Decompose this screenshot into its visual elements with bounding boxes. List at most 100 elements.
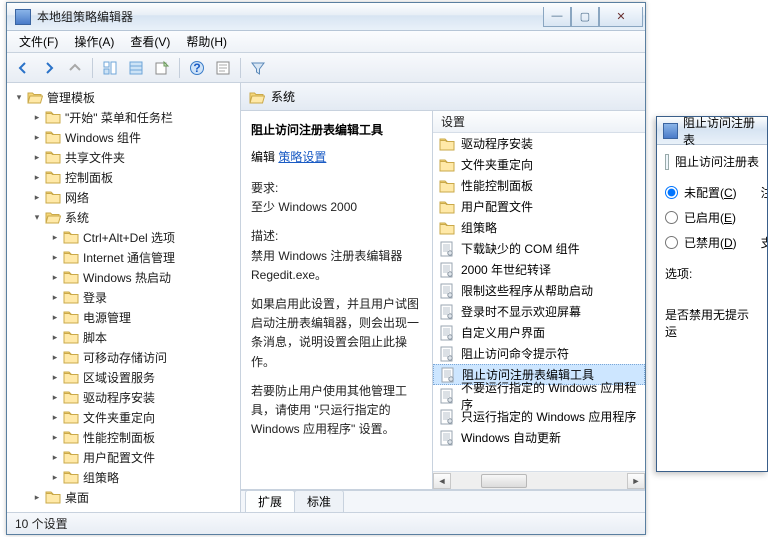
expand-icon[interactable]: ▸ (49, 351, 61, 363)
expand-icon[interactable]: ▸ (49, 311, 61, 323)
expand-icon[interactable]: ▸ (49, 371, 61, 383)
tree-node[interactable]: ▸Windows 组件 (31, 127, 240, 147)
horizontal-scrollbar[interactable]: ◄ ► (433, 471, 645, 489)
expand-icon[interactable]: ▸ (31, 111, 43, 123)
tree-node[interactable]: ▸脚本 (49, 327, 240, 347)
dialog-titlebar[interactable]: 阻止访问注册表 (657, 117, 767, 145)
list-item[interactable]: 不要运行指定的 Windows 应用程序 (433, 385, 645, 406)
list-item[interactable]: 限制这些程序从帮助启动 (433, 280, 645, 301)
maximize-button[interactable]: ▢ (571, 7, 599, 27)
minimize-button[interactable]: — (543, 7, 571, 27)
tree-node[interactable]: ▸文件夹重定向 (49, 407, 240, 427)
column-header-setting[interactable]: 设置 (433, 111, 645, 133)
menu-view[interactable]: 查看(V) (122, 31, 178, 52)
tree-node[interactable]: ▸Windows 热启动 (49, 267, 240, 287)
menu-help[interactable]: 帮助(H) (178, 31, 235, 52)
tree-node[interactable]: ▸桌面 (31, 487, 240, 507)
options-label: 选项: (665, 265, 759, 282)
expand-icon[interactable]: ▸ (31, 131, 43, 143)
list-item[interactable]: 驱动程序安装 (433, 133, 645, 154)
expand-icon[interactable]: ▸ (49, 231, 61, 243)
menu-file[interactable]: 文件(F) (11, 31, 66, 52)
list-item[interactable]: 只运行指定的 Windows 应用程序 (433, 406, 645, 427)
menu-action[interactable]: 操作(A) (66, 31, 122, 52)
expand-icon[interactable]: ▸ (31, 191, 43, 203)
tree-pane[interactable]: ▾管理模板▸"开始" 菜单和任务栏▸Windows 组件▸共享文件夹▸控制面板▸… (7, 83, 241, 512)
settings-list: 设置 驱动程序安装文件夹重定向性能控制面板用户配置文件组策略下载缺少的 COM … (433, 111, 645, 489)
forward-button[interactable] (37, 56, 61, 80)
export-button[interactable] (150, 56, 174, 80)
menubar: 文件(F) 操作(A) 查看(V) 帮助(H) (7, 31, 645, 53)
tree-node[interactable]: ▸"开始" 菜单和任务栏 (31, 107, 240, 127)
radio-enabled-label: 已启用(E) (684, 209, 736, 226)
help-button[interactable] (185, 56, 209, 80)
list-item[interactable]: 阻止访问命令提示符 (433, 343, 645, 364)
back-button[interactable] (11, 56, 35, 80)
expand-icon[interactable]: ▸ (49, 451, 61, 463)
expand-icon[interactable]: ▸ (49, 471, 61, 483)
tree-node[interactable]: ▸区域设置服务 (49, 367, 240, 387)
tab-extended[interactable]: 扩展 (245, 490, 295, 512)
titlebar[interactable]: 本地组策略编辑器 — ▢ ✕ (7, 3, 645, 31)
tree-node[interactable]: ▸Ctrl+Alt+Del 选项 (49, 227, 240, 247)
tree-node[interactable]: ▸驱动程序安装 (49, 387, 240, 407)
collapse-icon[interactable]: ▾ (31, 211, 43, 223)
toolbar-separator (179, 58, 180, 78)
tree-node[interactable]: ▸性能控制面板 (49, 427, 240, 447)
status-bar: 10 个设置 (7, 512, 645, 534)
scroll-thumb[interactable] (481, 474, 527, 488)
filter-button[interactable] (246, 56, 270, 80)
up-button[interactable] (63, 56, 87, 80)
list-item[interactable]: 2000 年世纪转译 (433, 259, 645, 280)
tree-node[interactable]: ▸Internet 通信管理 (49, 247, 240, 267)
tree-node[interactable]: ▸组策略 (49, 467, 240, 487)
close-button[interactable]: ✕ (599, 7, 643, 27)
edit-label: 编辑 (251, 150, 275, 164)
radio-enabled[interactable] (665, 211, 678, 224)
radio-not-configured[interactable] (665, 186, 678, 199)
tree-node[interactable]: ▸电源管理 (49, 307, 240, 327)
tab-standard[interactable]: 标准 (294, 490, 344, 512)
properties-button[interactable] (211, 56, 235, 80)
folder-icon (439, 178, 455, 194)
expand-icon[interactable]: ▸ (49, 391, 61, 403)
scroll-track[interactable] (451, 473, 627, 489)
scroll-left-button[interactable]: ◄ (433, 473, 451, 489)
list-item-label: 自定义用户界面 (461, 324, 545, 341)
toolbar-separator (92, 58, 93, 78)
tree-node[interactable]: ▸登录 (49, 287, 240, 307)
collapse-icon[interactable]: ▾ (13, 91, 25, 103)
list-item[interactable]: 自定义用户界面 (433, 322, 645, 343)
scroll-right-button[interactable]: ► (627, 473, 645, 489)
radio-disabled[interactable] (665, 236, 678, 249)
expand-icon[interactable]: ▸ (49, 251, 61, 263)
requirement-label: 要求: (251, 181, 278, 195)
list-item[interactable]: 性能控制面板 (433, 175, 645, 196)
tree-node[interactable]: ▾系统 (31, 207, 240, 227)
tree-node[interactable]: ▸用户配置文件 (49, 447, 240, 467)
expand-icon[interactable]: ▸ (31, 171, 43, 183)
expand-icon[interactable]: ▸ (49, 431, 61, 443)
list-item[interactable]: Windows 自动更新 (433, 427, 645, 448)
expand-icon[interactable]: ▸ (31, 151, 43, 163)
show-list-button[interactable] (124, 56, 148, 80)
show-tree-button[interactable] (98, 56, 122, 80)
list-item[interactable]: 登录时不显示欢迎屏幕 (433, 301, 645, 322)
expand-icon[interactable]: ▸ (49, 331, 61, 343)
list-item[interactable]: 文件夹重定向 (433, 154, 645, 175)
edit-policy-link[interactable]: 策略设置 (278, 150, 326, 164)
tree-node[interactable]: ▸控制面板 (31, 167, 240, 187)
expand-icon[interactable]: ▸ (49, 271, 61, 283)
tree-node[interactable]: ▸可移动存储访问 (49, 347, 240, 367)
policy-icon (440, 367, 456, 383)
list-item[interactable]: 下载缺少的 COM 组件 (433, 238, 645, 259)
tree-node[interactable]: ▸网络 (31, 187, 240, 207)
expand-icon[interactable]: ▸ (31, 491, 43, 503)
list-item[interactable]: 组策略 (433, 217, 645, 238)
tree-node[interactable]: ▸共享文件夹 (31, 147, 240, 167)
tree-node-admin-templates[interactable]: ▾管理模板 (13, 87, 240, 107)
expand-icon[interactable]: ▸ (49, 411, 61, 423)
list-item[interactable]: 用户配置文件 (433, 196, 645, 217)
window-title: 本地组策略编辑器 (37, 8, 543, 25)
expand-icon[interactable]: ▸ (49, 291, 61, 303)
